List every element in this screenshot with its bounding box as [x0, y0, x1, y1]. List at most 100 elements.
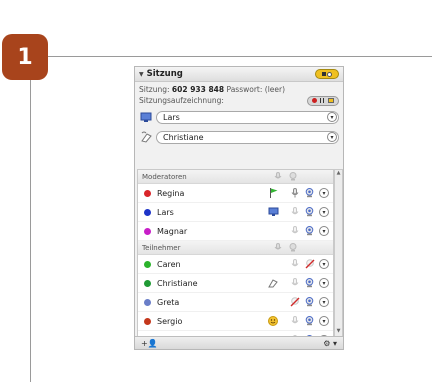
recording-line: Sitzungsaufzeichnung: — [139, 95, 339, 106]
status-dot-icon — [144, 317, 151, 325]
row-menu-chevron-icon[interactable]: ▾ — [319, 188, 329, 198]
group-header-label: Moderatoren — [142, 172, 187, 181]
webcam-icon[interactable] — [304, 226, 315, 237]
microphone-icon[interactable] — [289, 226, 300, 237]
flag-badge-icon — [263, 188, 283, 199]
presenter-dropdown-value: Lars — [163, 112, 180, 122]
attendee-controls: ▾ — [263, 188, 329, 199]
square-icon — [322, 72, 326, 76]
attendee-name: Sergio — [157, 316, 183, 326]
status-dot-icon — [144, 208, 151, 216]
add-attendee-button[interactable]: +👤 — [141, 339, 158, 348]
scroll-up-icon[interactable]: ▲ — [335, 170, 342, 178]
webcam-icon[interactable] — [304, 188, 315, 199]
chevron-down-icon[interactable]: ▾ — [327, 112, 337, 122]
presenter-select-row: Lars ▾ — [135, 108, 343, 126]
webcam-icon[interactable] — [304, 316, 315, 327]
webcam-icon[interactable] — [304, 207, 315, 218]
status-dot-icon — [144, 298, 151, 306]
group-header-icons — [274, 243, 297, 252]
microphone-icon[interactable] — [289, 188, 300, 199]
webcam-icon[interactable] — [304, 297, 315, 308]
session-panel: ▼ Sitzung Sitzung: 602 933 848 Passwort:… — [134, 66, 344, 350]
group-header-icons — [274, 172, 297, 181]
attendee-row-greta[interactable]: Greta ▾ — [138, 293, 333, 312]
microphone-icon — [274, 172, 282, 179]
row-menu-chevron-icon[interactable]: ▾ — [319, 278, 329, 288]
attendee-controls: ▾ — [263, 259, 329, 270]
recording-label: Sitzungsaufzeichnung: — [139, 96, 224, 105]
attendee-name: Magnar — [157, 226, 188, 236]
attendee-row-magnar[interactable]: Magnar ▾ — [138, 222, 333, 241]
stop-icon[interactable] — [328, 98, 335, 103]
mouse-control-icon — [139, 130, 153, 144]
pause-icon[interactable] — [320, 98, 325, 103]
row-menu-chevron-icon[interactable]: ▾ — [319, 316, 329, 326]
screen-badge-icon — [263, 207, 283, 218]
group-header-participants[interactable]: Teilnehmer — [138, 241, 333, 255]
panel-settings-button[interactable]: ⚙ ▾ — [323, 339, 337, 348]
attendee-row-sergio[interactable]: Sergio ▾ — [138, 312, 333, 331]
row-menu-chevron-icon[interactable]: ▾ — [319, 259, 329, 269]
presenter-screen-icon — [139, 110, 153, 124]
microphone-icon[interactable] — [289, 207, 300, 218]
microphone-icon[interactable] — [289, 316, 300, 327]
attendee-controls: ▾ — [263, 278, 329, 289]
attendee-row-caren[interactable]: Caren ▾ — [138, 255, 333, 274]
presenter-dropdown[interactable]: Lars ▾ — [156, 110, 339, 124]
attendee-name: Greta — [157, 297, 180, 307]
recording-controls[interactable] — [307, 95, 339, 106]
microphone-icon[interactable] — [289, 278, 300, 289]
panel-options-toggle[interactable] — [315, 69, 339, 79]
webcam-icon[interactable] — [304, 278, 315, 289]
session-id-label: Sitzung: — [139, 85, 170, 94]
webcam-blocked-icon[interactable] — [304, 259, 315, 270]
empty-badge — [263, 226, 283, 237]
record-icon[interactable] — [311, 98, 317, 103]
scroll-down-icon[interactable]: ▼ — [335, 328, 342, 336]
control-dropdown[interactable]: Christiane ▾ — [156, 130, 339, 144]
panel-footer: +👤 ⚙ ▾ — [135, 336, 343, 349]
attendee-name: Lars — [157, 207, 174, 217]
row-menu-chevron-icon[interactable]: ▾ — [319, 297, 329, 307]
password-label: Passwort: — [226, 85, 263, 94]
step-number-badge: 1 — [2, 34, 48, 80]
row-menu-chevron-icon[interactable]: ▾ — [319, 226, 329, 236]
panel-title: Sitzung — [146, 69, 183, 79]
microphone-icon — [274, 243, 282, 250]
session-id-value: 602 933 848 — [171, 85, 225, 94]
empty-badge — [263, 259, 283, 270]
group-header-moderators[interactable]: Moderatoren — [138, 170, 333, 184]
mouse-badge-icon — [263, 278, 283, 289]
screenshot-canvas: 1 ▼ Sitzung Sitzung: 602 933 848 Passwor… — [0, 0, 432, 382]
attendee-name: Christiane — [157, 278, 198, 288]
attendee-controls: ▾ — [263, 207, 329, 218]
attendee-controls: ▾ — [263, 316, 329, 327]
microphone-icon[interactable] — [289, 259, 300, 270]
webcam-icon — [289, 243, 297, 252]
keyboard-select-row: Christiane ▾ — [135, 128, 343, 146]
control-dropdown-value: Christiane — [163, 132, 204, 142]
microphone-blocked-icon[interactable] — [289, 297, 300, 308]
attendee-list: Moderatoren Regina ▾ Lars ▾ Magnar ▾ Teilnehm… — [137, 169, 334, 337]
panel-title-bar[interactable]: ▼ Sitzung — [135, 67, 343, 82]
list-scrollbar[interactable]: ▲ ▼ — [334, 169, 343, 337]
attendee-row-lars[interactable]: Lars ▾ — [138, 203, 333, 222]
status-dot-icon — [144, 189, 151, 197]
attendee-row-regina[interactable]: Regina ▾ — [138, 184, 333, 203]
chevron-down-icon[interactable]: ▾ — [327, 132, 337, 142]
attendee-controls: ▾ — [263, 226, 329, 237]
divider-horizontal — [48, 56, 432, 57]
attendee-row-christiane[interactable]: Christiane ▾ — [138, 274, 333, 293]
status-dot-icon — [144, 260, 151, 268]
attendee-name: Regina — [157, 188, 185, 198]
session-id-line: Sitzung: 602 933 848 Passwort: (leer) — [139, 84, 339, 95]
empty-badge — [263, 297, 283, 308]
attendee-controls: ▾ — [263, 297, 329, 308]
attendee-name: Caren — [157, 259, 181, 269]
session-info: Sitzung: 602 933 848 Passwort: (leer) Si… — [135, 82, 343, 106]
divider-vertical — [30, 80, 31, 382]
status-dot-icon — [144, 227, 151, 235]
collapse-triangle-icon[interactable]: ▼ — [139, 71, 144, 78]
row-menu-chevron-icon[interactable]: ▾ — [319, 207, 329, 217]
